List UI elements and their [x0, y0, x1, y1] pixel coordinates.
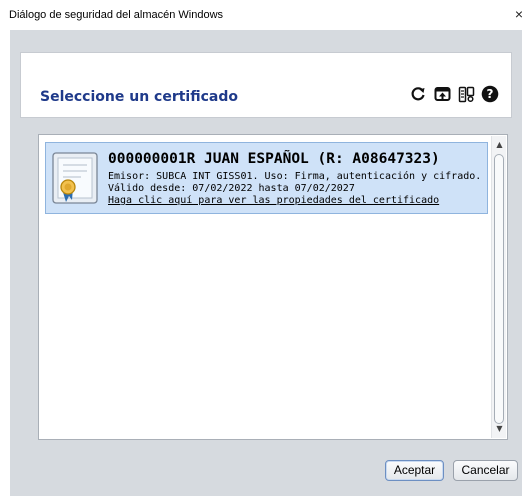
- svg-text:?: ?: [487, 87, 494, 101]
- cancel-button[interactable]: Cancelar: [453, 460, 518, 481]
- accept-button[interactable]: Aceptar: [385, 460, 444, 481]
- certificate-item[interactable]: 000000001R JUAN ESPAÑOL (R: A08647323) E…: [45, 142, 488, 214]
- details-icon[interactable]: [457, 85, 475, 103]
- page-title: Seleccione un certificado: [40, 89, 238, 105]
- vertical-scrollbar[interactable]: ▲ ▼: [491, 136, 506, 438]
- close-button[interactable]: ×: [512, 4, 526, 24]
- scroll-down-arrow[interactable]: ▼: [493, 422, 506, 436]
- scroll-up-arrow[interactable]: ▲: [493, 138, 506, 152]
- certificate-validity: Válido desde: 07/02/2022 hasta 07/02/202…: [108, 183, 355, 194]
- help-icon[interactable]: ?: [481, 85, 499, 103]
- import-icon[interactable]: [433, 85, 451, 103]
- certificate-issuer: Emisor: SUBCA INT GISS01. Uso: Firma, au…: [108, 171, 482, 182]
- certificate-icon: [51, 152, 99, 206]
- certificate-name: 000000001R JUAN ESPAÑOL (R: A08647323): [108, 151, 440, 167]
- window-titlebar: Diálogo de seguridad del almacén Windows…: [0, 0, 526, 30]
- window-title: Diálogo de seguridad del almacén Windows: [9, 9, 224, 21]
- scroll-thumb[interactable]: [494, 154, 504, 424]
- refresh-icon[interactable]: [409, 85, 427, 103]
- certificate-properties-link[interactable]: Haga clic aquí para ver las propiedades …: [108, 195, 439, 206]
- certificate-list: 000000001R JUAN ESPAÑOL (R: A08647323) E…: [38, 134, 508, 440]
